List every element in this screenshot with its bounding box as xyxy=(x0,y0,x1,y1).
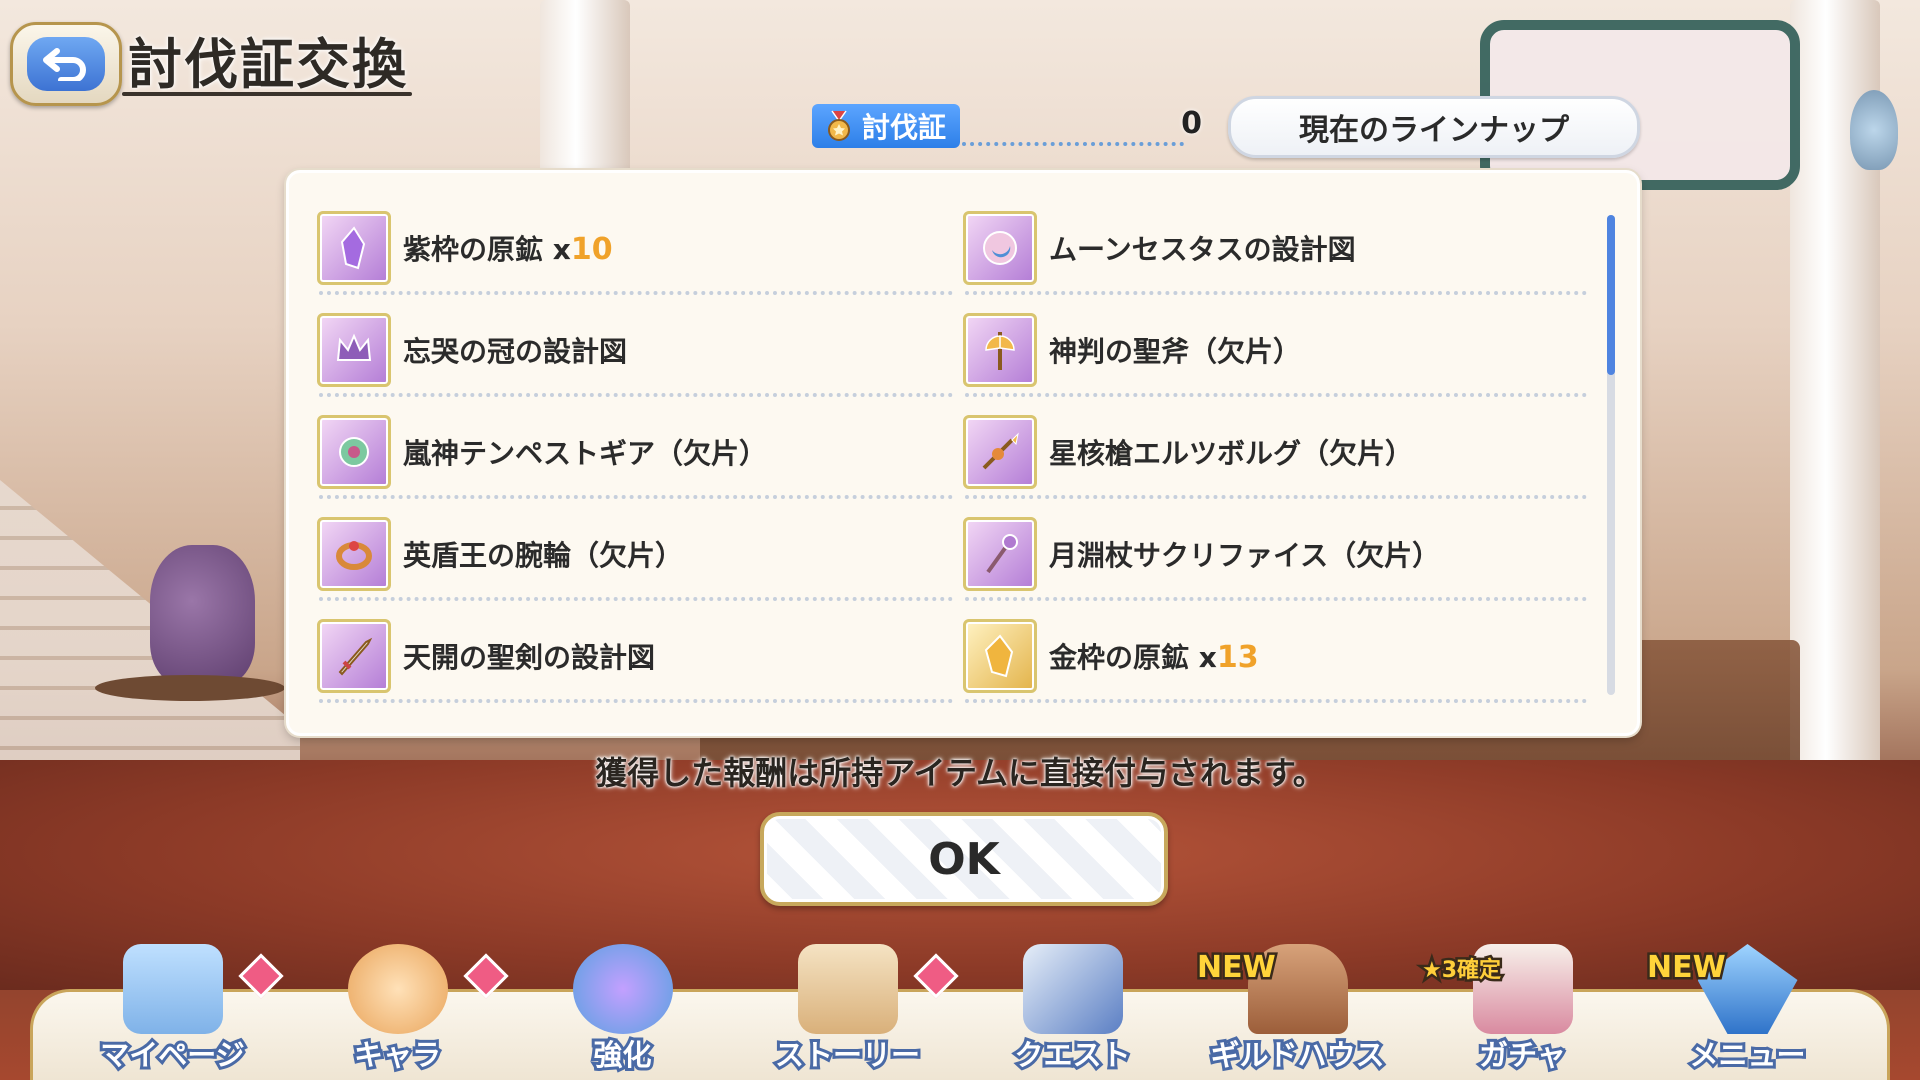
nav-label: ストーリー xyxy=(772,1035,923,1075)
staircase-decoration xyxy=(0,480,300,930)
list-item[interactable]: 天開の聖剣の設計図 xyxy=(317,611,963,713)
purple-ore-icon xyxy=(317,211,391,285)
nav-item-guildhouse[interactable]: NEW ギルドハウス xyxy=(1185,930,1410,1080)
guaranteed-star3-tag: ★3確定 xyxy=(1419,956,1503,986)
currency-tag: 討伐証 xyxy=(812,104,961,148)
item-multiplier: x xyxy=(1189,641,1217,674)
nav-item-menu[interactable]: NEW メニュー xyxy=(1635,930,1860,1080)
holy-axe-fragment-icon xyxy=(963,313,1037,387)
nav-item-gacha[interactable]: ★3確定 ガチャ xyxy=(1410,930,1635,1080)
back-button[interactable] xyxy=(10,22,122,106)
item-name: 天開の聖剣の設計図 xyxy=(403,641,656,674)
list-item[interactable]: 星核槍エルツボルグ（欠片） xyxy=(963,407,1597,509)
item-name: 月淵杖サクリファイス（欠片） xyxy=(1049,539,1441,572)
current-lineup-button[interactable]: 現在のラインナップ xyxy=(1228,96,1640,158)
list-item[interactable]: 神判の聖斧（欠片） xyxy=(963,305,1597,407)
tempest-gear-fragment-icon xyxy=(317,415,391,489)
bracelet-fragment-icon xyxy=(317,517,391,591)
list-item[interactable]: 紫枠の原鉱 x10 xyxy=(317,203,963,305)
list-item[interactable]: 金枠の原鉱 x13 xyxy=(963,611,1597,713)
medal-icon xyxy=(828,110,850,141)
notification-badge xyxy=(913,953,959,999)
list-item[interactable]: 英盾王の腕輪（欠片） xyxy=(317,509,963,611)
currency-divider xyxy=(962,142,1184,146)
title-underline xyxy=(122,92,412,96)
new-badge: NEW xyxy=(1645,948,1729,988)
ok-button[interactable]: OK xyxy=(760,812,1168,906)
reward-notice: 獲得した報酬は所持アイテムに直接付与されます。 xyxy=(595,754,1325,792)
item-quantity: 10 xyxy=(570,232,613,267)
nav-item-chara[interactable]: キャラ xyxy=(285,930,510,1080)
page-title: 討伐証交換 xyxy=(128,33,408,96)
item-name: 神判の聖斧（欠片） xyxy=(1049,335,1302,368)
star-spear-fragment-icon xyxy=(963,415,1037,489)
nav-item-mypage[interactable]: マイページ xyxy=(60,930,285,1080)
item-grid: 紫枠の原鉱 x10 ムーンセスタスの設計図 忘哭の冠の設計図 神判の聖斧（欠片）… xyxy=(317,203,1597,713)
item-multiplier: x xyxy=(543,233,571,266)
bottom-nav: マイページ キャラ 強化 ストーリー クエスト NEW ギルドハウス ★3確定 … xyxy=(60,930,1860,1080)
character-icon xyxy=(347,944,448,1034)
nav-item-enhance[interactable]: 強化 xyxy=(510,930,735,1080)
nav-label: キャラ xyxy=(351,1035,444,1075)
nav-label: メニュー xyxy=(1686,1035,1808,1075)
nav-item-story[interactable]: ストーリー xyxy=(735,930,960,1080)
notification-badge xyxy=(238,953,284,999)
currency-label: 討伐証 xyxy=(862,111,947,144)
list-item[interactable]: 嵐神テンペストギア（欠片） xyxy=(317,407,963,509)
item-quantity: 13 xyxy=(1216,640,1259,675)
item-name: 嵐神テンペストギア（欠片） xyxy=(403,437,768,470)
item-name: 星核槍エルツボルグ（欠片） xyxy=(1049,437,1414,470)
nav-label: マイページ xyxy=(97,1035,247,1075)
vase-decoration xyxy=(150,545,255,685)
moon-staff-fragment-icon xyxy=(963,517,1037,591)
notification-badge xyxy=(463,953,509,999)
item-name: ムーンセスタスの設計図 xyxy=(1049,233,1356,266)
moon-cestus-blueprint-icon xyxy=(963,211,1037,285)
holy-sword-blueprint-icon xyxy=(317,619,391,693)
back-arrow-icon xyxy=(43,48,86,81)
item-name: 英盾王の腕輪（欠片） xyxy=(403,539,684,572)
list-item[interactable]: 月淵杖サクリファイス（欠片） xyxy=(963,509,1597,611)
scrollbar[interactable] xyxy=(1607,215,1615,695)
nav-label: クエスト xyxy=(1011,1035,1133,1075)
exchange-list-panel: 紫枠の原鉱 x10 ムーンセスタスの設計図 忘哭の冠の設計図 神判の聖斧（欠片）… xyxy=(286,170,1640,736)
gold-ore-icon xyxy=(963,619,1037,693)
enhance-icon xyxy=(572,944,673,1034)
quest-flag-icon xyxy=(1022,944,1123,1034)
nav-label: 強化 xyxy=(590,1035,654,1075)
lamp-decoration xyxy=(1850,90,1898,170)
castle-icon xyxy=(122,944,223,1034)
nav-label: ガチャ xyxy=(1476,1035,1569,1075)
list-item[interactable]: ムーンセスタスの設計図 xyxy=(963,203,1597,305)
scrollbar-thumb[interactable] xyxy=(1607,215,1615,375)
nav-item-quest[interactable]: クエスト xyxy=(960,930,1185,1080)
currency-count: 0 xyxy=(1181,106,1202,141)
list-item[interactable]: 忘哭の冠の設計図 xyxy=(317,305,963,407)
nav-label: ギルドハウス xyxy=(1207,1035,1387,1075)
currency-display: 討伐証 0 xyxy=(812,104,1204,148)
item-name: 忘哭の冠の設計図 xyxy=(403,335,628,368)
side-table-decoration xyxy=(95,675,285,701)
crown-blueprint-icon xyxy=(317,313,391,387)
scroll-icon xyxy=(797,944,898,1034)
new-badge: NEW xyxy=(1195,948,1279,988)
item-name: 金枠の原鉱 xyxy=(1049,641,1190,674)
item-name: 紫枠の原鉱 xyxy=(403,233,544,266)
